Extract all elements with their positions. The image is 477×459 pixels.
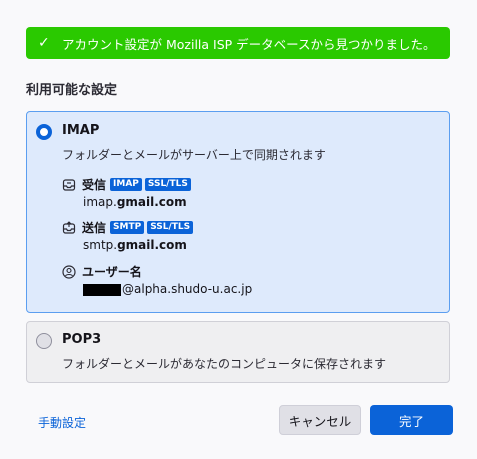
incoming-protocol-badge: IMAP bbox=[110, 178, 142, 191]
redacted-block bbox=[83, 283, 121, 296]
success-banner: ✓ アカウント設定が Mozilla ISP データベースから見つかりました。 bbox=[26, 27, 450, 59]
outgoing-protocol-badge: SMTP bbox=[110, 221, 145, 234]
outgoing-security-badge: SSL/TLS bbox=[147, 221, 194, 234]
user-icon bbox=[62, 264, 76, 279]
outbox-icon bbox=[62, 220, 76, 235]
outgoing-label: 送信 bbox=[82, 221, 107, 235]
banner-text: アカウント設定が Mozilla ISP データベースから見つかりました。 bbox=[62, 36, 436, 52]
username-label: ユーザー名 bbox=[82, 265, 142, 279]
pop3-radio[interactable] bbox=[36, 333, 52, 349]
username-row: ユーザー名 bbox=[62, 263, 146, 280]
manual-config-link[interactable]: 手動設定 bbox=[38, 414, 86, 431]
inbox-icon bbox=[62, 178, 76, 192]
section-title: 利用可能な設定 bbox=[26, 83, 118, 98]
outgoing-host: smtp.gmail.com bbox=[83, 238, 187, 252]
incoming-security-badge: SSL/TLS bbox=[144, 178, 191, 191]
pop3-title: POP3 bbox=[62, 332, 102, 347]
outgoing-row: 送信 SMTP SSL/TLS bbox=[62, 219, 196, 236]
check-icon: ✓ bbox=[38, 35, 50, 51]
imap-radio[interactable] bbox=[36, 124, 52, 140]
done-button[interactable]: 完了 bbox=[370, 405, 453, 435]
imap-description: フォルダーとメールがサーバー上で同期されます bbox=[62, 148, 326, 162]
incoming-label: 受信 bbox=[82, 178, 107, 192]
incoming-row: 受信 IMAP SSL/TLS bbox=[62, 176, 194, 193]
pop3-option-card[interactable]: POP3 フォルダーとメールがあなたのコンピュータに保存されます bbox=[26, 321, 450, 383]
username-value: @alpha.shudo-u.ac.jp bbox=[83, 282, 252, 296]
incoming-host: imap.gmail.com bbox=[83, 195, 187, 209]
pop3-description: フォルダーとメールがあなたのコンピュータに保存されます bbox=[62, 357, 387, 371]
imap-option-card[interactable]: IMAP フォルダーとメールがサーバー上で同期されます 受信 IMAP SSL/… bbox=[26, 111, 450, 313]
imap-title: IMAP bbox=[62, 123, 100, 138]
cancel-button[interactable]: キャンセル bbox=[279, 405, 361, 435]
